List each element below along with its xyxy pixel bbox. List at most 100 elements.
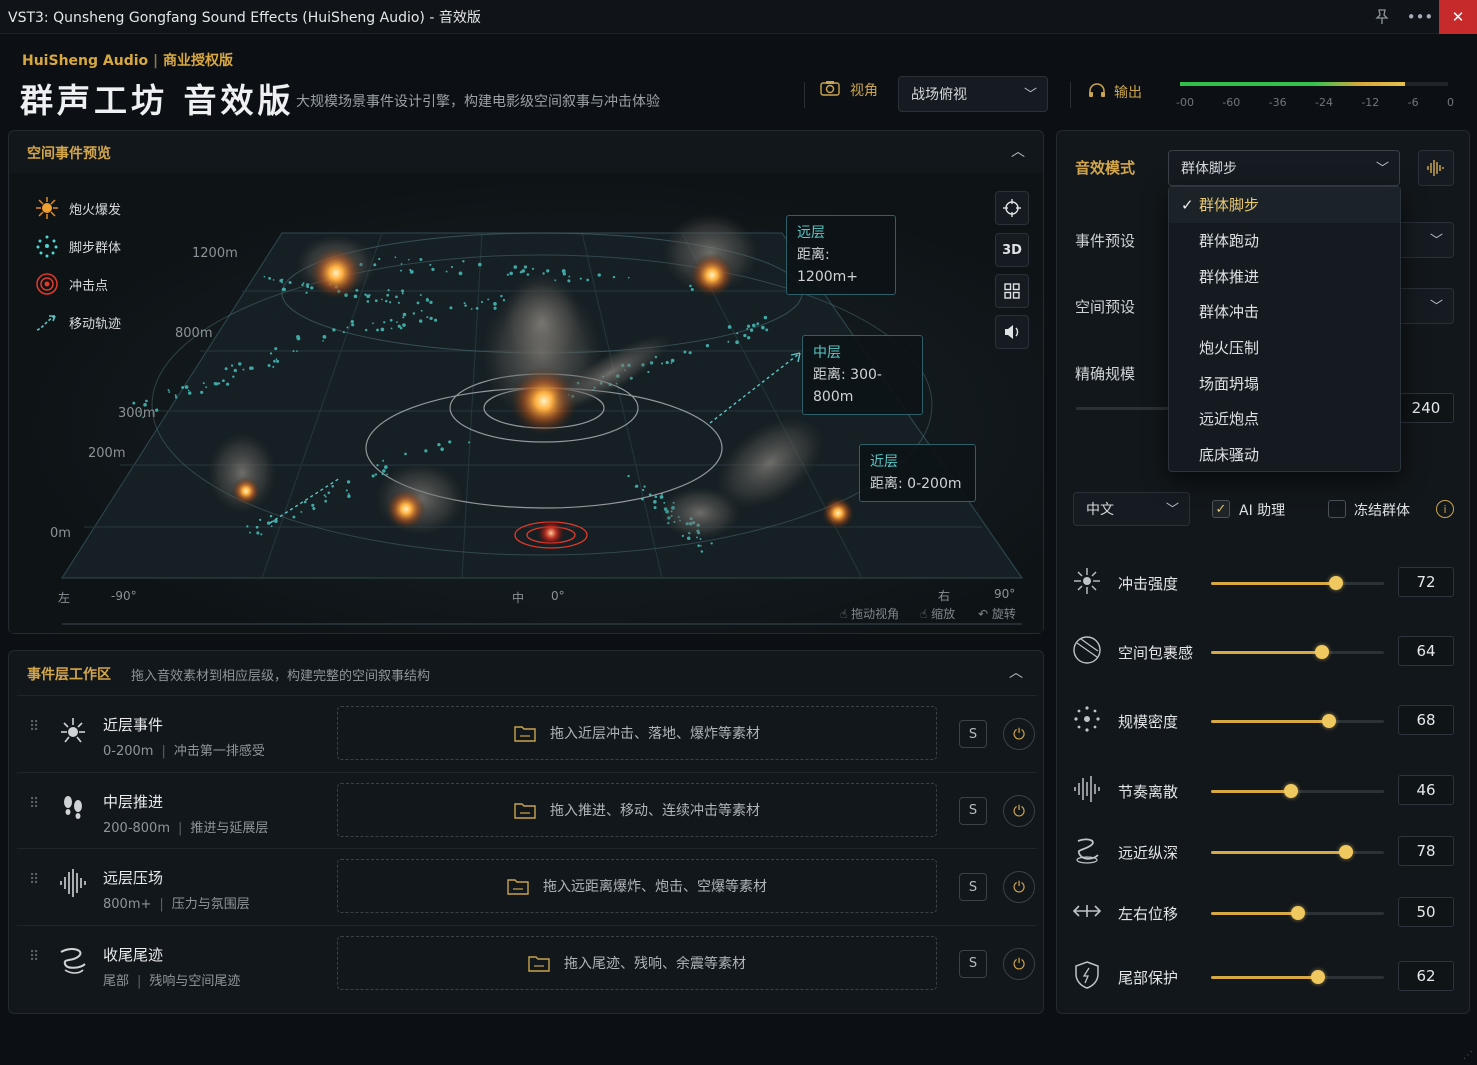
headphones-icon (1088, 82, 1106, 102)
slider-thumb[interactable] (1321, 714, 1336, 728)
slider-value[interactable]: 62 (1398, 961, 1454, 991)
view-select-value: 战场俯视 (911, 87, 967, 103)
slider-row: 远近纵深 78 (1070, 831, 1460, 871)
mode-dropdown-menu: ✓ 群体脚步 群体跑动 群体推进 群体冲击 炮火压制 场面坍塌 远近炮点 底床骚动 (1168, 186, 1401, 472)
slider-track[interactable] (1211, 906, 1384, 920)
solo-button[interactable]: S (959, 949, 987, 978)
power-button[interactable]: ⏻ (1003, 947, 1035, 980)
scale-slider[interactable] (1076, 407, 1176, 410)
hint-zoom: ☝ 缩放 (920, 605, 955, 622)
layer-drop-zone[interactable]: 拖入尾迹、残响、余震等素材 (337, 935, 937, 990)
zone-far-distance: 距离: 1200m+ (797, 247, 858, 285)
output-meter-fill (1180, 82, 1406, 86)
speaker-icon (1005, 325, 1019, 339)
freeze-crowd-checkbox[interactable] (1328, 500, 1346, 518)
license-label: 商业授权版 (163, 53, 234, 69)
slider-value[interactable]: 78 (1398, 836, 1454, 866)
slider-value[interactable]: 46 (1398, 775, 1454, 805)
zone-mid-name: 中层 (813, 345, 841, 361)
mode-menu-item[interactable]: 远近炮点 (1169, 401, 1400, 437)
scale-value[interactable]: 240 (1398, 393, 1454, 423)
audio-preview-button[interactable] (995, 315, 1029, 349)
slider-thumb[interactable] (1311, 970, 1326, 984)
slider-thumb[interactable] (1328, 576, 1343, 590)
language-select[interactable]: 中文 ﹀ (1073, 492, 1190, 526)
slider-value[interactable]: 68 (1398, 705, 1454, 735)
layer-description: 残响与空间尾迹 (149, 973, 241, 989)
impact-point-icon (36, 273, 58, 295)
drag-handle-icon[interactable]: ⠿ (29, 797, 39, 811)
check-icon: ✓ (1215, 501, 1227, 517)
slider-track[interactable] (1211, 576, 1384, 590)
drop-zone-label: 拖入尾迹、残响、余震等素材 (564, 955, 746, 972)
angle-right-deg: 90° (994, 587, 1016, 601)
pin-icon[interactable] (1363, 0, 1401, 34)
recenter-button[interactable] (995, 191, 1029, 225)
solo-button[interactable]: S (959, 720, 987, 748)
slider-fill (1211, 912, 1298, 915)
drag-handle-icon[interactable]: ⠿ (29, 873, 39, 887)
view-3d-button[interactable]: 3D (995, 233, 1029, 267)
view-select[interactable]: 战场俯视 ﹀ (898, 76, 1048, 112)
meter-scale-tick: 0 (1446, 96, 1454, 109)
spatial-canvas[interactable]: 1200m 800m 300m 200m 0m 左 -90° 中 0° 右 90… (10, 173, 1043, 633)
layer-drop-zone[interactable]: 拖入远距离爆炸、炮击、空爆等素材 (337, 859, 937, 913)
mode-menu-item[interactable]: 群体冲击 (1169, 294, 1400, 330)
slider-value[interactable]: 64 (1398, 636, 1454, 666)
slider-track[interactable] (1211, 714, 1384, 728)
mode-menu-item[interactable]: 炮火压制 (1169, 330, 1400, 366)
resize-grip-icon[interactable]: ⋰ (1463, 1050, 1473, 1061)
meter-scale-tick: -12 (1361, 96, 1380, 109)
slider-track[interactable] (1211, 845, 1384, 859)
slider-thumb[interactable] (1314, 645, 1329, 659)
slider-track[interactable] (1211, 970, 1384, 984)
footsteps-cluster-icon (36, 235, 58, 258)
layer-range: 0-200m (103, 744, 154, 759)
slider-track[interactable] (1211, 645, 1384, 659)
solo-button[interactable]: S (959, 873, 987, 901)
angle-left: 左 (58, 591, 71, 605)
slider-value[interactable]: 50 (1398, 897, 1454, 927)
power-button[interactable]: ⏻ (1003, 718, 1035, 750)
info-icon[interactable]: i (1436, 500, 1454, 518)
more-options-icon[interactable]: ••• (1401, 0, 1439, 34)
slider-thumb[interactable] (1338, 845, 1353, 859)
drag-handle-icon[interactable]: ⠿ (29, 720, 39, 734)
angle-center-deg: 0° (551, 589, 565, 603)
mode-menu-item[interactable]: 群体跑动 (1169, 223, 1400, 259)
layer-drop-zone[interactable]: 拖入推进、移动、连续冲击等素材 (337, 782, 937, 837)
drop-zone-label: 拖入近层冲击、落地、爆炸等素材 (550, 726, 760, 742)
waveform-button[interactable] (1418, 150, 1454, 186)
slider-track[interactable] (1211, 784, 1384, 798)
chevron-down-icon: ﹀ (1165, 502, 1179, 518)
collapse-icon[interactable]: ︿ (1011, 141, 1025, 161)
zone-far-callout: 远层 距离: 1200m+ (786, 215, 896, 295)
grid-view-button[interactable] (995, 274, 1029, 308)
density-dots-icon (1072, 704, 1106, 738)
distance-300: 300m (118, 406, 156, 421)
power-button[interactable]: ⏻ (1003, 871, 1035, 903)
power-button[interactable]: ⏻ (1003, 794, 1035, 827)
legend-item-footsteps: 脚步群体 (35, 227, 121, 265)
ai-assistant-checkbox[interactable]: ✓ (1212, 500, 1230, 518)
mode-menu-item[interactable]: ✓ 群体脚步 (1169, 187, 1400, 223)
meter-scale-tick: -00 (1176, 96, 1194, 109)
slider-fill (1211, 851, 1346, 854)
mode-menu-item[interactable]: 群体推进 (1169, 258, 1400, 294)
mode-select[interactable]: 群体脚步 ﹀ (1168, 150, 1400, 186)
drag-handle-icon[interactable]: ⠿ (29, 950, 39, 964)
collapse-icon[interactable]: ︿ (1009, 662, 1023, 682)
solo-button[interactable]: S (959, 796, 987, 825)
slider-thumb[interactable] (1283, 784, 1298, 798)
layer-drop-zone[interactable]: 拖入近层冲击、落地、爆炸等素材 (337, 706, 937, 760)
close-button[interactable]: ✕ (1439, 0, 1477, 34)
layer-name: 近层事件 (103, 716, 164, 734)
sphere-wrap-icon (1072, 635, 1106, 669)
power-icon: ⏻ (1013, 725, 1025, 743)
mode-menu-item[interactable]: 场面坍塌 (1169, 365, 1400, 401)
slider-thumb[interactable] (1290, 906, 1305, 920)
mode-menu-item[interactable]: 底床骚动 (1169, 437, 1400, 473)
event-layers-panel: 事件层工作区 拖入音效素材到相应层级，构建完整的空间叙事结构 ︿ ⠿ 近层事件 0-… (8, 650, 1044, 1014)
slider-value[interactable]: 72 (1398, 567, 1454, 597)
slider-fill (1211, 976, 1319, 979)
